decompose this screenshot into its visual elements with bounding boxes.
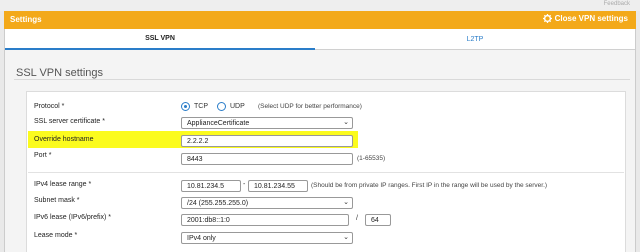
- section-title: SSL VPN settings: [16, 67, 104, 79]
- form-divider: [28, 172, 624, 173]
- override-hostname-input[interactable]: 2.2.2.2: [181, 135, 353, 147]
- ipv4-range-start-value: 10.81.234.5: [187, 183, 224, 190]
- override-hostname-label: Override hostname: [34, 136, 94, 143]
- ipv6-prefix-value: 64: [371, 217, 379, 224]
- ssl-cert-label: SSL server certificate *: [34, 118, 105, 125]
- ipv6-prefix-input[interactable]: 64: [365, 214, 391, 226]
- settings-header-bar: Settings Close VPN settings: [4, 11, 636, 29]
- top-strip: Feedback: [0, 0, 640, 11]
- subnet-mask-select[interactable]: /24 (255.255.255.0) ⌄: [181, 197, 353, 209]
- ipv4-range-separator: -: [243, 181, 246, 188]
- port-hint: (1-65535): [357, 155, 386, 162]
- ssl-cert-value: ApplianceCertificate: [187, 120, 250, 127]
- protocol-label: Protocol *: [34, 103, 65, 110]
- radio-unselected-icon: [217, 102, 226, 111]
- tab-ssl-vpn[interactable]: SSL VPN: [5, 29, 315, 50]
- radio-selected-icon: [181, 102, 190, 111]
- close-vpn-settings-button[interactable]: Close VPN settings: [542, 14, 628, 23]
- ipv4-range-end-value: 10.81.234.55: [254, 183, 295, 190]
- chevron-down-icon: ⌄: [343, 199, 349, 206]
- ipv4-range-start-input[interactable]: 10.81.234.5: [181, 180, 241, 192]
- ipv6-lease-value: 2001:db8::1:0: [187, 217, 230, 224]
- port-input[interactable]: 8443: [181, 153, 353, 165]
- header-title: Settings: [10, 15, 42, 24]
- ssl-cert-select[interactable]: ApplianceCertificate ⌄: [181, 117, 353, 129]
- gear-icon: [542, 14, 552, 23]
- tab-l2tp[interactable]: L2TP: [315, 29, 635, 50]
- close-vpn-settings-label: Close VPN settings: [554, 14, 628, 23]
- ipv4-range-hint: (Should be from private IP ranges. First…: [311, 182, 548, 189]
- override-hostname-value: 2.2.2.2: [187, 138, 209, 145]
- ipv6-lease-label: IPv6 lease (IPv6/prefix) *: [34, 214, 112, 221]
- protocol-tcp-label: TCP: [194, 103, 208, 110]
- lease-mode-select[interactable]: IPv4 only ⌄: [181, 232, 353, 244]
- protocol-udp-label: UDP: [230, 103, 245, 110]
- protocol-tcp-radio[interactable]: TCP: [181, 102, 208, 111]
- section-divider: [14, 79, 630, 80]
- tab-bar: SSL VPN L2TP: [5, 29, 635, 50]
- port-label: Port *: [34, 152, 52, 159]
- lease-mode-label: Lease mode *: [34, 232, 78, 239]
- port-value: 8443: [187, 156, 203, 163]
- subnet-mask-value: /24 (255.255.255.0): [187, 200, 249, 207]
- ipv4-range-end-input[interactable]: 10.81.234.55: [248, 180, 308, 192]
- protocol-udp-radio[interactable]: UDP: [217, 102, 245, 111]
- ipv6-lease-input[interactable]: 2001:db8::1:0: [181, 214, 349, 226]
- protocol-hint: (Select UDP for better performance): [258, 103, 362, 110]
- lease-mode-value: IPv4 only: [187, 235, 216, 242]
- subnet-mask-label: Subnet mask *: [34, 197, 80, 204]
- corner-faint-text: Feedback: [603, 1, 630, 7]
- ipv6-prefix-separator: /: [356, 215, 358, 222]
- chevron-down-icon: ⌄: [343, 119, 349, 126]
- chevron-down-icon: ⌄: [343, 234, 349, 241]
- ipv4-range-label: IPv4 lease range *: [34, 181, 92, 188]
